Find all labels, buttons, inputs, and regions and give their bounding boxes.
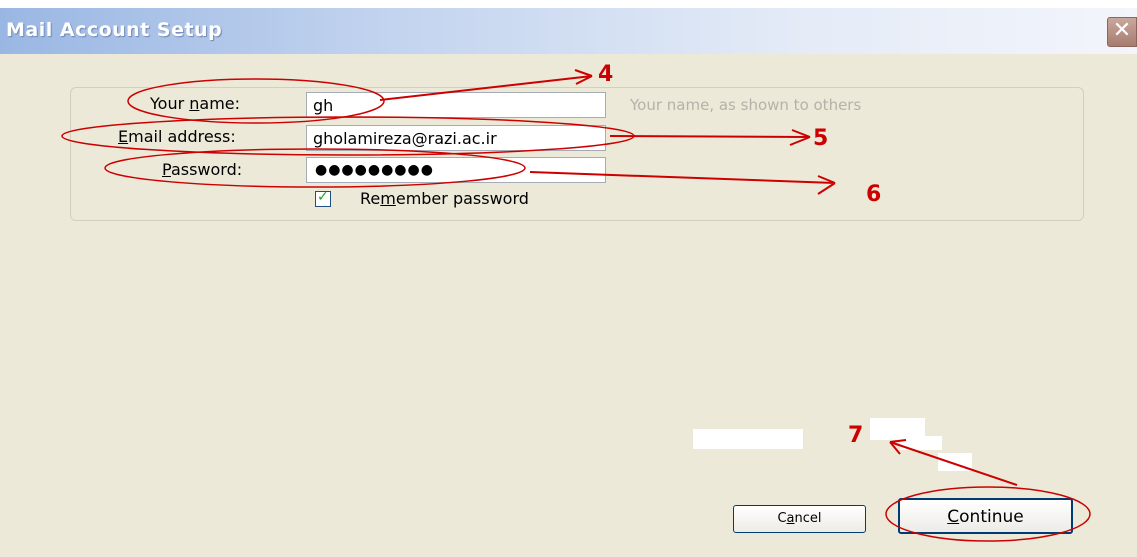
annotation-label-7: 7 bbox=[848, 423, 864, 448]
redaction-patch bbox=[900, 436, 942, 450]
mail-account-setup-dialog: Mail Account Setup ✕ Your name: gh Your … bbox=[0, 8, 1137, 557]
checkmark-icon: ✓ bbox=[317, 189, 329, 205]
annotation-label-5: 5 bbox=[813, 126, 829, 151]
close-icon: ✕ bbox=[1112, 18, 1132, 43]
dialog-title: Mail Account Setup bbox=[6, 19, 223, 41]
annotation-label-4: 4 bbox=[598, 62, 614, 87]
continue-button[interactable]: Continue bbox=[898, 498, 1073, 534]
password-label: Password: bbox=[162, 160, 243, 179]
redaction-patch bbox=[693, 429, 803, 449]
remember-password-label[interactable]: Remember password bbox=[360, 189, 529, 208]
email-address-label: Email address: bbox=[118, 127, 236, 146]
your-name-hint: Your name, as shown to others bbox=[630, 96, 862, 114]
close-button[interactable]: ✕ bbox=[1107, 17, 1137, 47]
title-bar: Mail Account Setup ✕ bbox=[0, 8, 1137, 54]
email-address-input[interactable]: gholamireza@razi.ac.ir bbox=[306, 125, 606, 151]
cancel-button[interactable]: Cancel bbox=[733, 505, 866, 533]
your-name-input[interactable]: gh bbox=[306, 92, 606, 118]
remember-password-checkbox[interactable]: ✓ bbox=[315, 189, 331, 207]
annotation-label-6: 6 bbox=[866, 182, 882, 207]
your-name-label: Your name: bbox=[150, 94, 241, 113]
redaction-patch bbox=[938, 453, 972, 471]
password-input[interactable]: ●●●●●●●●● bbox=[306, 157, 606, 183]
